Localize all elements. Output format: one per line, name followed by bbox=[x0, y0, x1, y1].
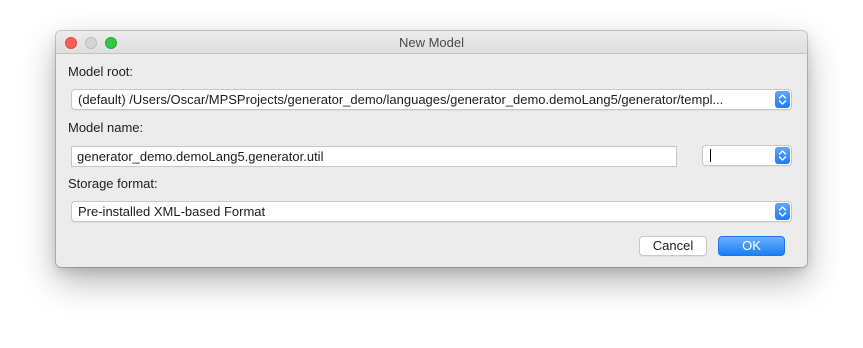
model-root-label: Model root: bbox=[68, 64, 134, 79]
model-name-value: generator_demo.demoLang5.generator.util bbox=[77, 149, 324, 164]
new-model-dialog: New Model Model root: (default) /Users/O… bbox=[56, 31, 807, 267]
cancel-button[interactable]: Cancel bbox=[639, 236, 707, 256]
storage-format-value: Pre-installed XML-based Format bbox=[78, 204, 266, 219]
up-down-chevron-icon bbox=[775, 203, 790, 220]
model-name-input[interactable]: generator_demo.demoLang5.generator.util bbox=[71, 146, 677, 167]
storage-format-select[interactable]: Pre-installed XML-based Format bbox=[71, 201, 792, 222]
title-bar: New Model bbox=[56, 31, 807, 54]
model-root-value: (default) /Users/Oscar/MPSProjects/gener… bbox=[78, 92, 724, 107]
model-root-select[interactable]: (default) /Users/Oscar/MPSProjects/gener… bbox=[71, 89, 792, 110]
ok-button[interactable]: OK bbox=[718, 236, 785, 256]
window-title: New Model bbox=[398, 35, 465, 50]
model-name-label: Model name: bbox=[68, 120, 144, 135]
storage-format-label: Storage format: bbox=[68, 176, 158, 191]
up-down-chevron-icon bbox=[775, 91, 790, 108]
text-cursor bbox=[710, 149, 711, 162]
up-down-chevron-icon bbox=[775, 147, 790, 164]
model-stereotype-select[interactable] bbox=[702, 145, 792, 166]
